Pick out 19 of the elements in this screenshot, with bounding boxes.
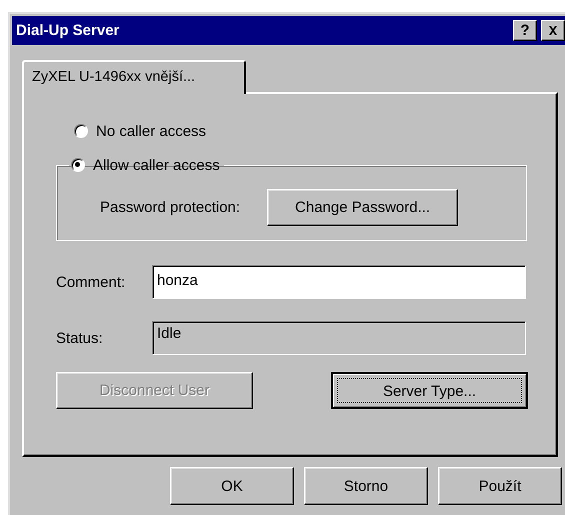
window-title: Dial-Up Server <box>16 22 120 39</box>
close-button[interactable] <box>541 20 565 41</box>
input-field[interactable]: honza <box>152 265 526 299</box>
field-label: Password protection: <box>100 199 240 216</box>
radio-button[interactable] <box>74 124 88 138</box>
action-button[interactable]: Server Type... <box>331 372 528 409</box>
tab[interactable]: ZyXEL U-1496xx vnější... <box>22 60 246 94</box>
help-button[interactable]: ? <box>513 20 537 41</box>
radio-label[interactable]: No caller access <box>96 122 206 140</box>
status-field: Idle <box>152 321 526 355</box>
field-label: Status: <box>56 330 104 346</box>
dialog-button[interactable]: Použít <box>438 467 562 505</box>
radio-label[interactable]: Allow caller access <box>93 156 220 174</box>
radio-button[interactable] <box>71 158 85 172</box>
dialog-button[interactable]: OK <box>170 467 294 505</box>
field-label: Comment: <box>56 274 126 290</box>
close-icon <box>548 26 558 35</box>
change-password-button[interactable]: Change Password... <box>267 189 458 226</box>
dialog-button[interactable]: Storno <box>304 467 428 505</box>
